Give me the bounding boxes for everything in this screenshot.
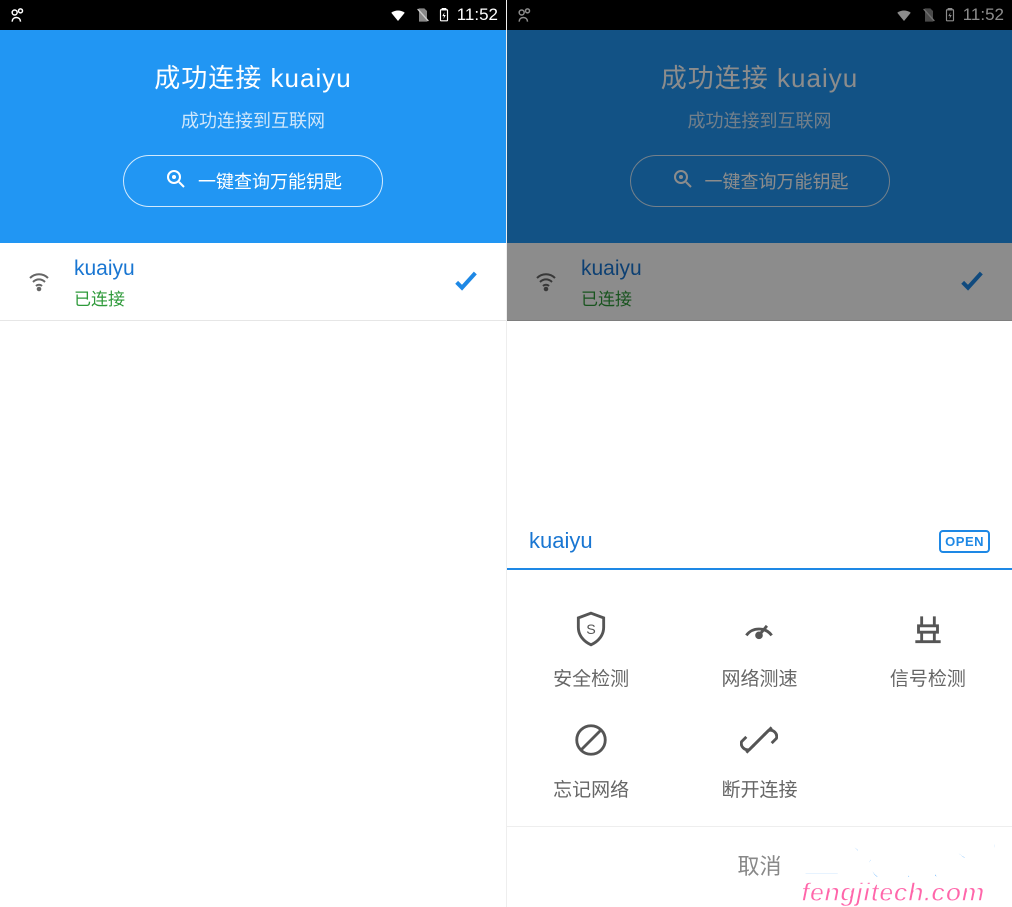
wifi-action-sheet: kuaiyu OPEN S 安全检测 网络测速 信号检测 忘记网络 bbox=[507, 510, 1012, 907]
hero-subtitle: 成功连接到互联网 bbox=[523, 107, 996, 133]
action-label: 断开连接 bbox=[721, 775, 797, 802]
magnify-key-icon bbox=[164, 167, 188, 196]
app-indicator-icon bbox=[515, 5, 535, 25]
app-indicator-icon bbox=[8, 5, 28, 25]
hero-title: 成功连接 kuaiyu bbox=[523, 58, 996, 95]
query-key-button[interactable]: 一键查询万能钥匙 bbox=[630, 155, 890, 207]
wifi-row[interactable]: kuaiyu 已连接 bbox=[507, 243, 1012, 321]
status-time: 11:52 bbox=[963, 5, 1004, 25]
hero-title: 成功连接 kuaiyu bbox=[16, 58, 490, 95]
wifi-info: kuaiyu 已连接 bbox=[581, 257, 642, 310]
hero-subtitle: 成功连接到互联网 bbox=[16, 107, 490, 133]
sim-off-icon bbox=[415, 6, 431, 24]
query-key-label: 一键查询万能钥匙 bbox=[198, 168, 342, 194]
wifi-icon bbox=[24, 269, 56, 298]
battery-charging-icon bbox=[437, 5, 451, 25]
sheet-header: kuaiyu OPEN bbox=[507, 510, 1012, 568]
wifi-status: 已连接 bbox=[581, 285, 642, 310]
action-label: 安全检测 bbox=[553, 664, 629, 691]
wifi-status-icon bbox=[893, 6, 915, 24]
wifi-status-icon bbox=[387, 6, 409, 24]
sheet-ssid: kuaiyu bbox=[529, 528, 593, 554]
status-time: 11:52 bbox=[457, 5, 498, 25]
action-speed[interactable]: 网络测速 bbox=[675, 598, 843, 709]
connection-hero: 成功连接 kuaiyu 成功连接到互联网 一键查询万能钥匙 bbox=[0, 30, 506, 243]
query-key-button[interactable]: 一键查询万能钥匙 bbox=[123, 155, 383, 207]
magnify-key-icon bbox=[671, 167, 695, 196]
sheet-cancel[interactable]: 取消 bbox=[507, 826, 1012, 907]
status-bar: 11:52 bbox=[507, 0, 1012, 30]
action-signal[interactable]: 信号检测 bbox=[844, 598, 1012, 709]
connection-hero: 成功连接 kuaiyu 成功连接到互联网 一键查询万能钥匙 bbox=[507, 30, 1012, 243]
action-label: 忘记网络 bbox=[553, 775, 629, 802]
status-bar: 11:52 bbox=[0, 0, 506, 30]
connected-check-icon bbox=[450, 265, 482, 302]
svg-text:S: S bbox=[586, 622, 596, 638]
screen-left: 11:52 成功连接 kuaiyu 成功连接到互联网 一键查询万能钥匙 kuai… bbox=[0, 0, 506, 907]
wifi-ssid: kuaiyu bbox=[581, 257, 642, 281]
wifi-ssid: kuaiyu bbox=[74, 257, 135, 281]
screen-right: 11:52 成功连接 kuaiyu 成功连接到互联网 一键查询万能钥匙 kuai… bbox=[506, 0, 1012, 907]
dimmed-background: 11:52 成功连接 kuaiyu 成功连接到互联网 一键查询万能钥匙 kuai… bbox=[507, 0, 1012, 321]
wifi-icon bbox=[531, 269, 563, 298]
wifi-status: 已连接 bbox=[74, 285, 135, 310]
connected-check-icon bbox=[956, 265, 988, 302]
action-forget[interactable]: 忘记网络 bbox=[507, 709, 675, 820]
action-label: 信号检测 bbox=[890, 664, 966, 691]
action-security[interactable]: S 安全检测 bbox=[507, 598, 675, 709]
action-label: 网络测速 bbox=[721, 664, 797, 691]
action-grid: S 安全检测 网络测速 信号检测 忘记网络 断开连接 bbox=[507, 570, 1012, 826]
battery-charging-icon bbox=[943, 5, 957, 25]
wifi-row[interactable]: kuaiyu 已连接 bbox=[0, 243, 506, 321]
wifi-info: kuaiyu 已连接 bbox=[74, 257, 135, 310]
sim-off-icon bbox=[921, 6, 937, 24]
action-disconnect[interactable]: 断开连接 bbox=[675, 709, 843, 820]
open-badge: OPEN bbox=[939, 530, 990, 553]
query-key-label: 一键查询万能钥匙 bbox=[705, 168, 849, 194]
